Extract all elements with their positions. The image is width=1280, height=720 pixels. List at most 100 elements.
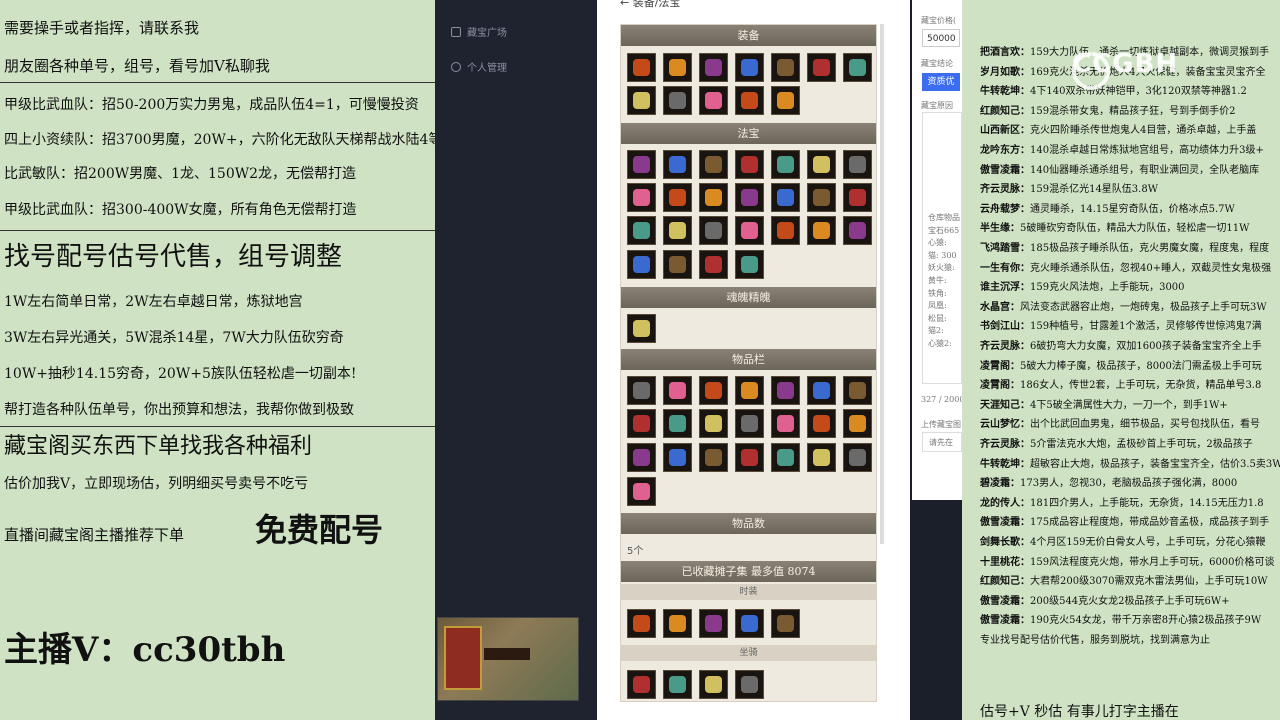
inventory-slot[interactable]: [771, 216, 800, 245]
inventory-slot[interactable]: [735, 670, 764, 699]
inventory-slot[interactable]: [663, 183, 692, 212]
item-icon: [741, 59, 758, 76]
sidebar-item-personal[interactable]: 个人管理: [451, 59, 507, 74]
inventory-slot[interactable]: [627, 314, 656, 343]
inventory-slot[interactable]: [663, 670, 692, 699]
inventory-slot[interactable]: [699, 150, 728, 179]
inventory-slot[interactable]: [735, 250, 764, 279]
inventory-slot[interactable]: [843, 183, 872, 212]
item-icon: [669, 92, 686, 109]
inventory-slot[interactable]: [663, 86, 692, 115]
inventory-slot[interactable]: [807, 409, 836, 438]
reason-label: 藏宝原因: [921, 101, 953, 110]
watermark-logo: CCGBH: [1072, 49, 1179, 79]
inventory-slot[interactable]: [735, 53, 764, 82]
inventory-slot[interactable]: [771, 376, 800, 405]
inventory-slot[interactable]: [699, 250, 728, 279]
inventory-slot[interactable]: [663, 409, 692, 438]
inventory-slot[interactable]: [627, 443, 656, 472]
inventory-slot[interactable]: [699, 183, 728, 212]
back-link[interactable]: ← 装备/法宝: [620, 0, 680, 10]
inventory-slot[interactable]: [843, 150, 872, 179]
inventory-slot[interactable]: [699, 216, 728, 245]
inventory-slot[interactable]: [663, 443, 692, 472]
inventory-slot[interactable]: [735, 183, 764, 212]
sidebar-item-treasure-square[interactable]: 藏宝广场: [451, 24, 507, 39]
inventory-slot[interactable]: [807, 150, 836, 179]
listing-server: 齐云灵脉：: [980, 341, 1030, 352]
inventory-slot[interactable]: [627, 250, 656, 279]
listing-server: 红颜知己：: [980, 105, 1030, 117]
inventory-slot[interactable]: [627, 477, 656, 506]
inventory-slot[interactable]: [699, 443, 728, 472]
inventory-slot[interactable]: [627, 409, 656, 438]
detail-line: 凤凰:: [928, 301, 947, 311]
inventory-slot[interactable]: [843, 409, 872, 438]
inventory-slot[interactable]: [807, 376, 836, 405]
scrollbar[interactable]: [880, 24, 884, 544]
inventory-slot[interactable]: [663, 609, 692, 638]
eval-button[interactable]: 资质优: [922, 73, 960, 91]
inventory-slot[interactable]: [627, 183, 656, 212]
sidebar-item-label: 藏宝广场: [467, 28, 507, 39]
inventory-slot[interactable]: [771, 609, 800, 638]
ad-line: 帮打造各种队伍单号，你出预算和想法，我帮你做到极致: [4, 402, 354, 418]
listing-server: 书剑江山：: [980, 321, 1030, 333]
inventory-slot[interactable]: [771, 150, 800, 179]
inventory-slot[interactable]: [627, 150, 656, 179]
item-icon: [741, 92, 758, 109]
inventory-slot[interactable]: [807, 183, 836, 212]
inventory-slot[interactable]: [771, 443, 800, 472]
listing-item: 傲雪凌霜：140仙器睡杀通杀组号，有职业满回灵，全队老脑库: [980, 161, 1259, 176]
inventory-slot[interactable]: [699, 409, 728, 438]
game-video-thumbnail: [437, 617, 579, 701]
inventory-slot[interactable]: [627, 216, 656, 245]
inventory-slot[interactable]: [735, 409, 764, 438]
inventory-slot[interactable]: [807, 53, 836, 82]
listing-item: 齐云灵脉：6破扔弯大力女魔，双加1600孩子装备宝宝齐全上手: [980, 337, 1262, 352]
inventory-slot[interactable]: [735, 216, 764, 245]
inventory-slot[interactable]: [843, 443, 872, 472]
listing-server: 剑舞长歌：: [980, 537, 1030, 548]
price-input[interactable]: 50000: [922, 29, 960, 47]
inventory-slot[interactable]: [807, 216, 836, 245]
inventory-slot[interactable]: [771, 86, 800, 115]
inventory-slot[interactable]: [699, 670, 728, 699]
inventory-slot[interactable]: [735, 376, 764, 405]
inventory-slot[interactable]: [663, 216, 692, 245]
inventory-slot[interactable]: [771, 409, 800, 438]
inventory-slot[interactable]: [843, 53, 872, 82]
inventory-slot[interactable]: [735, 443, 764, 472]
inventory-slot[interactable]: [843, 376, 872, 405]
inventory-slot[interactable]: [663, 150, 692, 179]
inventory-slot[interactable]: [627, 53, 656, 82]
inventory-slot[interactable]: [735, 609, 764, 638]
inventory-slot[interactable]: [735, 86, 764, 115]
item-icon: [633, 256, 650, 273]
section-equipment: 装备: [621, 25, 876, 46]
item-icon: [741, 449, 758, 466]
listing-item: 牛转乾坤：超敏容止大炮，极品孩子，装备宝宝齐全，估价3.5卖3W: [980, 455, 1280, 470]
inventory-slot[interactable]: [627, 86, 656, 115]
inventory-slot[interactable]: [663, 53, 692, 82]
listing-text: 159混杀亿光14星队伍3.8W: [1030, 184, 1158, 196]
inventory-slot[interactable]: [627, 376, 656, 405]
inventory-slot[interactable]: [771, 53, 800, 82]
inventory-slot[interactable]: [663, 376, 692, 405]
item-icon: [705, 676, 722, 693]
inventory-slot[interactable]: [843, 216, 872, 245]
inventory-slot[interactable]: [663, 250, 692, 279]
listing-text: 185极品孩子睡杀队伍，克火男魔女魔，程度鬼，程度: [1030, 243, 1270, 254]
inventory-slot[interactable]: [699, 609, 728, 638]
inventory-slot[interactable]: [627, 670, 656, 699]
inventory-slot[interactable]: [699, 53, 728, 82]
listing-server: 牛转乾坤：: [980, 86, 1030, 98]
inventory-slot[interactable]: [771, 183, 800, 212]
inventory-slot[interactable]: [627, 609, 656, 638]
inventory-slot[interactable]: [807, 443, 836, 472]
listing-server: 云舟载梦：: [980, 203, 1030, 215]
inventory-slot[interactable]: [735, 150, 764, 179]
item-icon: [777, 449, 794, 466]
inventory-slot[interactable]: [699, 86, 728, 115]
inventory-slot[interactable]: [699, 376, 728, 405]
